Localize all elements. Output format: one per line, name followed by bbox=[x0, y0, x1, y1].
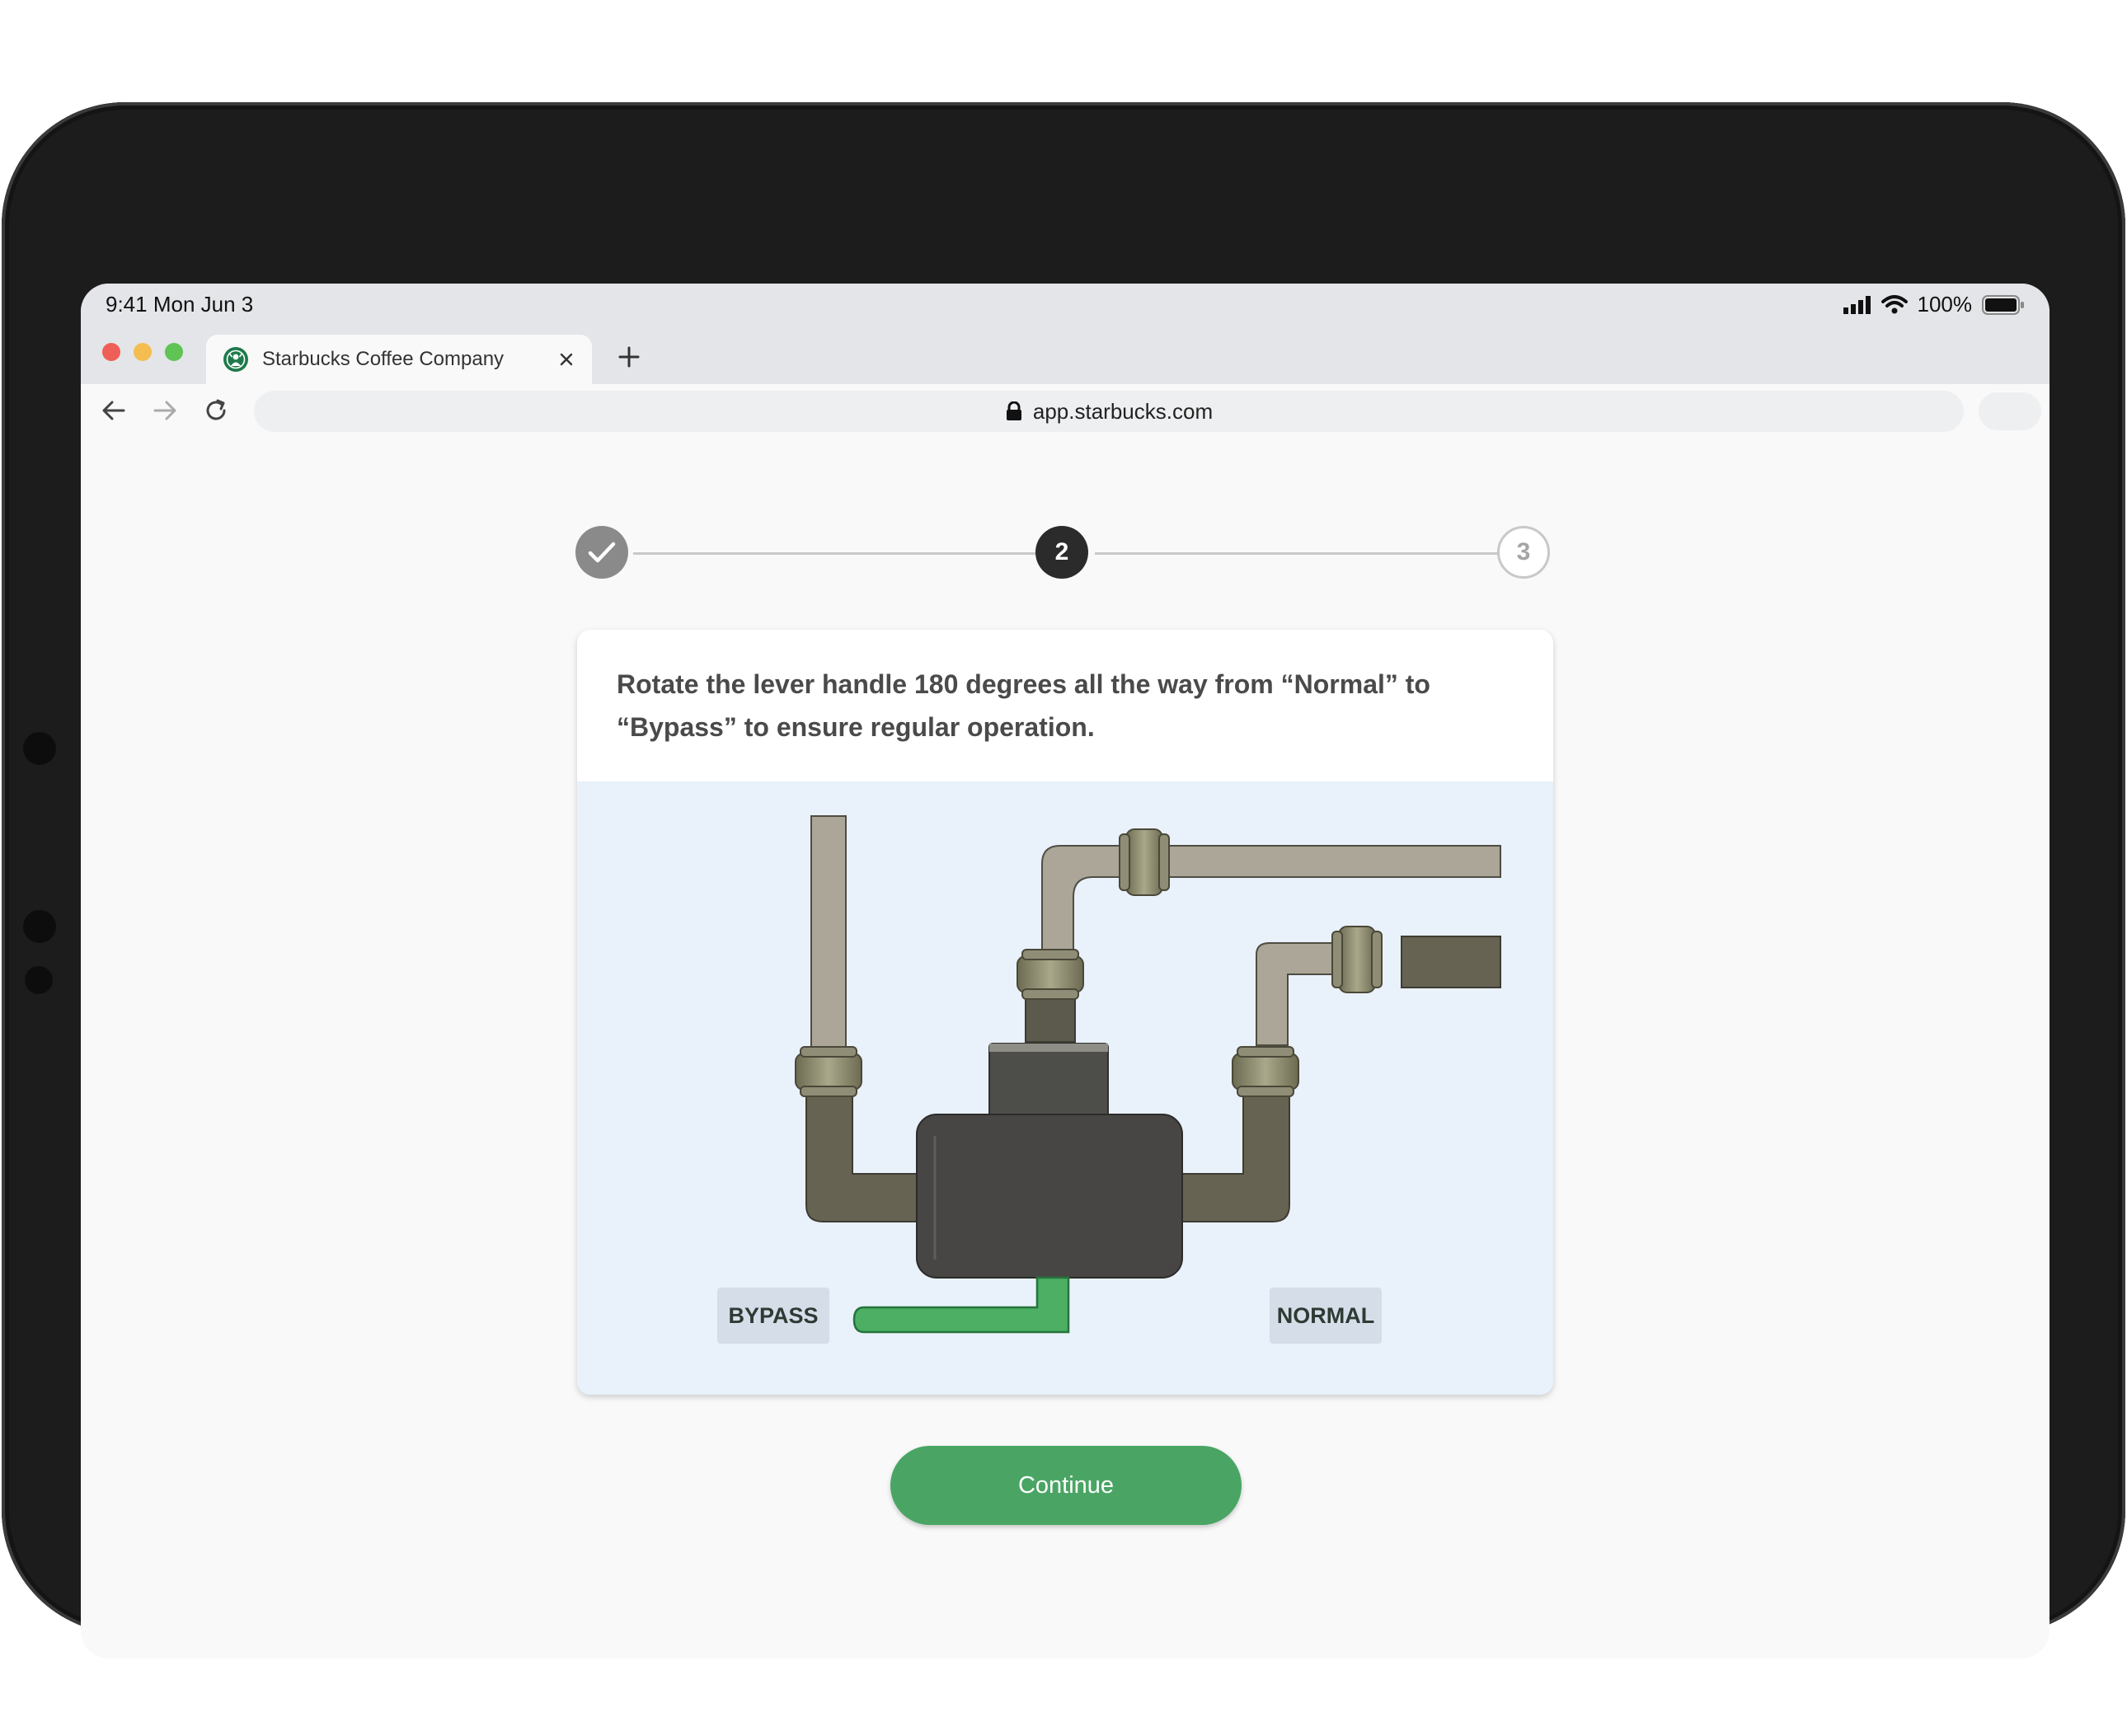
extension-button[interactable] bbox=[1979, 392, 2041, 430]
forward-arrow-icon[interactable] bbox=[150, 396, 180, 425]
battery-icon bbox=[1982, 294, 2024, 315]
camera-dot bbox=[23, 732, 56, 765]
progress-stepper: 2 3 bbox=[575, 526, 1558, 582]
instruction-card: Rotate the lever handle 180 degrees all … bbox=[577, 630, 1553, 1395]
instruction-text: Rotate the lever handle 180 degrees all … bbox=[617, 669, 1430, 742]
status-bar: 9:41 Mon Jun 3 100% bbox=[81, 284, 2050, 330]
browser-tab[interactable]: Starbucks Coffee Company bbox=[206, 335, 592, 384]
reload-icon[interactable] bbox=[201, 396, 231, 425]
url-text: app.starbucks.com bbox=[1032, 398, 1214, 424]
checkmark-icon bbox=[588, 542, 616, 563]
continue-button[interactable]: Continue bbox=[890, 1446, 1242, 1525]
status-right: 100% bbox=[1843, 292, 2026, 317]
bypass-label: BYPASS bbox=[717, 1288, 829, 1344]
pipe-nut bbox=[1119, 828, 1170, 896]
camera-dot bbox=[23, 910, 56, 943]
page-content: 2 3 Rotate the lever handle 180 degrees … bbox=[81, 437, 2050, 1659]
step-3-upcoming: 3 bbox=[1497, 526, 1550, 579]
plus-icon[interactable] bbox=[615, 343, 643, 371]
step-2-current: 2 bbox=[1035, 526, 1088, 579]
signal-icon bbox=[1843, 295, 1871, 314]
pipe-nut bbox=[1331, 926, 1383, 993]
window-minimize-button[interactable] bbox=[134, 343, 152, 361]
valve-illustration: BYPASS NORMAL bbox=[577, 781, 1553, 1395]
pipe-nut bbox=[1017, 949, 1084, 1000]
url-bar[interactable]: app.starbucks.com bbox=[254, 391, 1964, 432]
back-arrow-icon[interactable] bbox=[99, 396, 129, 425]
stepper-line bbox=[1095, 552, 1499, 555]
lock-icon bbox=[1006, 401, 1021, 420]
pipe-nut bbox=[795, 1046, 862, 1097]
battery-percent: 100% bbox=[1917, 292, 1973, 317]
browser-toolbar: app.starbucks.com bbox=[81, 384, 2050, 437]
pipe-nut bbox=[1232, 1046, 1299, 1097]
window-close-button[interactable] bbox=[102, 343, 120, 361]
window-zoom-button[interactable] bbox=[165, 343, 183, 361]
lever-handle bbox=[852, 1276, 1070, 1334]
screen: 9:41 Mon Jun 3 100% Starbucks Coffee Com… bbox=[81, 284, 2050, 1659]
stepper-line bbox=[633, 552, 1087, 555]
status-time: 9:41 Mon Jun 3 bbox=[106, 292, 254, 317]
ipad-frame: 9:41 Mon Jun 3 100% Starbucks Coffee Com… bbox=[2, 102, 2125, 1659]
camera-dot bbox=[25, 966, 53, 994]
normal-label: NORMAL bbox=[1270, 1288, 1382, 1344]
close-icon[interactable] bbox=[556, 349, 577, 370]
wifi-icon bbox=[1880, 294, 1908, 313]
starbucks-favicon bbox=[223, 347, 248, 372]
step-1-completed bbox=[575, 526, 628, 579]
tab-strip: Starbucks Coffee Company bbox=[81, 330, 2050, 384]
tab-title: Starbucks Coffee Company bbox=[262, 348, 505, 370]
